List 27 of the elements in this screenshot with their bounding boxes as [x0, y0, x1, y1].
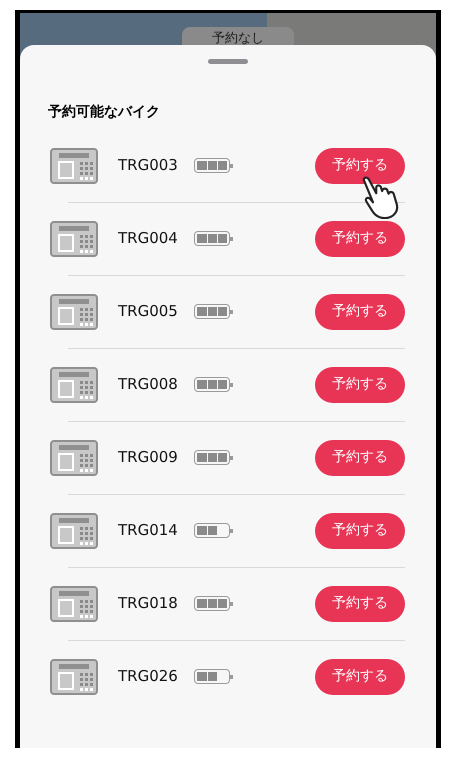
reserve-button[interactable]: 予約する	[315, 366, 405, 402]
terminal-icon	[50, 658, 98, 694]
bike-name: TRG005	[118, 301, 179, 322]
reserve-button[interactable]: 予約する	[315, 512, 405, 548]
bike-name: TRG014	[118, 520, 179, 542]
bike-name: TRG018	[118, 593, 179, 614]
reserve-button[interactable]: 予約する	[315, 148, 405, 184]
reserve-button[interactable]: 予約する	[315, 658, 405, 694]
reserve-button[interactable]: 予約する	[315, 440, 405, 476]
bike-name: TRG026	[118, 666, 179, 688]
drag-handle[interactable]	[208, 59, 248, 64]
bike-name: TRG003	[118, 155, 179, 176]
terminal-icon	[50, 586, 98, 622]
reserve-button[interactable]: 予約する	[315, 220, 405, 256]
terminal-icon	[50, 440, 98, 476]
terminal-icon	[50, 148, 98, 184]
hand-cursor-icon	[360, 176, 400, 219]
terminal-icon	[50, 294, 98, 330]
bike-name: TRG008	[118, 374, 179, 396]
reserve-button[interactable]: 予約する	[315, 294, 405, 330]
terminal-icon	[50, 220, 98, 256]
terminal-icon	[50, 366, 98, 402]
terminal-icon	[50, 512, 98, 548]
bike-name: TRG009	[118, 447, 179, 468]
bike-name: TRG004	[118, 228, 179, 250]
sheet-title: 予約可能なバイク	[48, 103, 161, 122]
reserve-button[interactable]: 予約する	[315, 586, 405, 622]
